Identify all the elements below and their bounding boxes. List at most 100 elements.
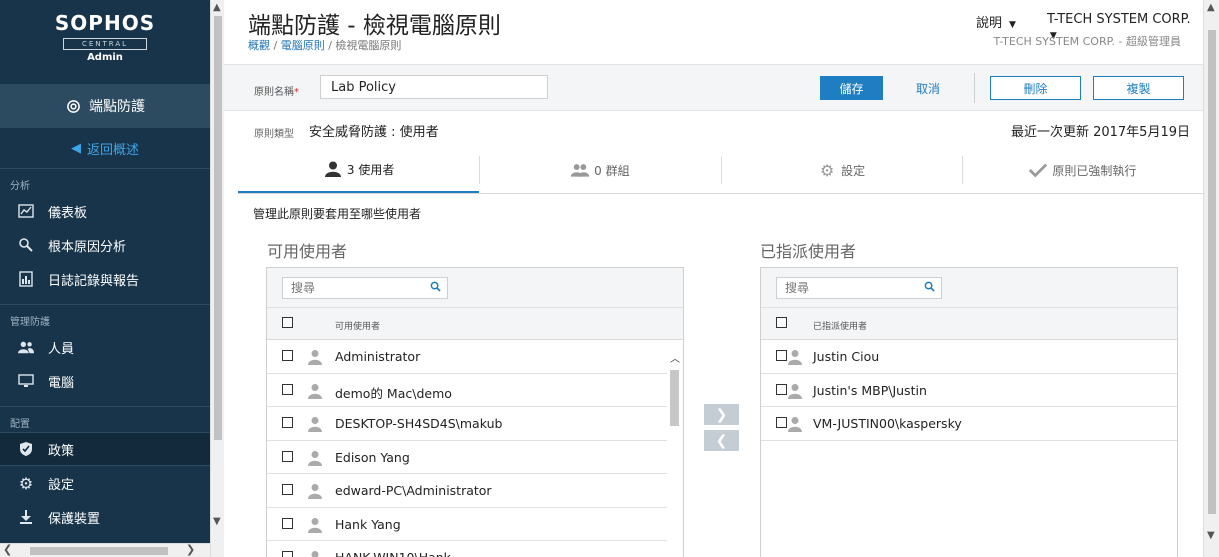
logo-brand: SOPHOS	[54, 11, 156, 35]
breadcrumb-overview[interactable]: 概觀	[248, 39, 270, 52]
user-checkbox[interactable]	[282, 350, 293, 361]
scroll-up-icon[interactable]: ▲	[213, 2, 221, 13]
scroll-up-icon[interactable]: ︿	[670, 350, 680, 365]
available-search-box	[282, 277, 448, 299]
list-item[interactable]: Justin Ciou	[761, 340, 1177, 374]
sidebar-item-label: 政策	[48, 443, 75, 459]
scroll-left-icon[interactable]: ❮	[3, 543, 12, 556]
user-checkbox[interactable]	[776, 417, 787, 428]
sidebar-item-protect-devices[interactable]: 保護裝置	[0, 500, 210, 534]
user-checkbox[interactable]	[776, 383, 787, 395]
scroll-down-icon[interactable]: ▼	[1207, 530, 1215, 541]
search-analysis-icon	[18, 237, 34, 253]
scrollbar-thumb[interactable]	[1208, 30, 1216, 514]
available-list-scrollbar[interactable]: ︿	[667, 340, 683, 557]
sidebar-vertical-scrollbar[interactable]: ▲ ▼	[210, 0, 224, 557]
tab-groups[interactable]: 0 群組	[479, 147, 720, 193]
user-name: HANK-WIN10\Hank	[335, 550, 451, 557]
search-icon[interactable]	[430, 281, 441, 295]
caret-left-icon: ◀	[70, 140, 81, 156]
user-name: DESKTOP-SH4SD4S\makub	[335, 416, 503, 431]
scrollbar-thumb[interactable]	[670, 370, 679, 426]
breadcrumb-computer-policies[interactable]: 電腦原則	[281, 39, 325, 52]
available-users-panel: 可用使用者 Administrator demo的 Mac\demo DESKTOP…	[266, 267, 684, 557]
save-button[interactable]: 儲存	[820, 76, 883, 100]
list-item[interactable]: demo的 Mac\demo	[267, 374, 683, 407]
help-menu[interactable]: 說明 ▼	[976, 12, 1016, 31]
sidebar-item-policies[interactable]: 政策	[0, 432, 210, 466]
user-checkbox[interactable]	[282, 551, 293, 557]
user-checkbox[interactable]	[282, 450, 293, 462]
sidebar-item-computers[interactable]: 電腦	[0, 364, 210, 398]
select-all-available-checkbox[interactable]	[282, 317, 293, 328]
column-header: 已指派使用者	[813, 322, 868, 332]
assigned-users-list: Justin Ciou Justin's MBP\Justin VM-JUSTIN0…	[761, 340, 1177, 441]
sidebar-section-config: 配置	[0, 406, 210, 432]
scroll-right-icon[interactable]: ❯	[186, 543, 195, 556]
sidebar-item-dashboard[interactable]: 儀表板	[0, 194, 210, 228]
user-checkbox[interactable]	[282, 517, 293, 529]
list-item[interactable]: edward-PC\Administrator	[267, 474, 683, 508]
policy-name-input[interactable]	[320, 75, 548, 99]
user-icon	[787, 383, 803, 399]
help-label: 說明	[976, 16, 1003, 31]
scrollbar-thumb[interactable]	[214, 16, 222, 440]
user-checkbox[interactable]	[776, 350, 787, 361]
search-icon[interactable]	[924, 281, 935, 295]
sidebar-item-root-cause[interactable]: 根本原因分析	[0, 228, 210, 262]
available-users-list: Administrator demo的 Mac\demo DESKTOP-SH4SD…	[267, 340, 683, 557]
scroll-up-icon[interactable]: ▲	[1207, 2, 1215, 13]
sophos-logo[interactable]: SOPHOS CENTRAL Admin	[0, 0, 210, 84]
assigned-list-header: 已指派使用者	[761, 308, 1177, 340]
shield-check-icon	[18, 441, 34, 457]
monitor-icon	[18, 373, 34, 389]
move-left-button[interactable]: ❮	[704, 430, 739, 451]
list-item[interactable]: Edison Yang	[267, 441, 683, 474]
page-vertical-scrollbar[interactable]: ▲ ▼	[1203, 0, 1219, 557]
sidebar-horizontal-scrollbar[interactable]: ❮ ❯	[0, 543, 210, 557]
delete-button[interactable]: 刪除	[990, 76, 1081, 100]
user-name: Justin's MBP\Justin	[813, 382, 927, 398]
available-search-input[interactable]	[283, 278, 423, 298]
list-item[interactable]: HANK-WIN10\Hank	[267, 541, 683, 557]
select-all-assigned-checkbox[interactable]	[776, 317, 787, 328]
scrollbar-thumb[interactable]	[30, 547, 168, 555]
tab-users[interactable]: 3 使用者	[238, 147, 480, 193]
tab-settings[interactable]: ⚙ 設定	[720, 147, 962, 193]
back-to-overview-link[interactable]: ◀ 返回概述	[0, 128, 210, 168]
dashboard-icon	[18, 203, 34, 219]
report-icon	[18, 271, 34, 287]
sidebar-item-label: 人員	[48, 341, 75, 357]
sidebar-item-people[interactable]: 人員	[0, 330, 210, 364]
list-item[interactable]: Administrator	[267, 340, 683, 374]
sidebar-product[interactable]: 端點防護	[0, 84, 210, 128]
assign-description: 管理此原則要套用至哪些使用者	[253, 207, 422, 221]
sidebar-item-logs[interactable]: 日誌記錄與報告	[0, 262, 210, 296]
gear-icon: ⚙	[18, 473, 34, 493]
list-item[interactable]: Justin's MBP\Justin	[761, 374, 1177, 407]
sidebar-item-label: 設定	[48, 477, 75, 493]
scroll-down-icon[interactable]: ▼	[213, 516, 221, 527]
assigned-users-panel: 已指派使用者 Justin Ciou Justin's MBP\Justin VM-…	[760, 267, 1178, 557]
duplicate-button[interactable]: 複製	[1093, 76, 1184, 100]
user-checkbox[interactable]	[282, 484, 293, 495]
user-checkbox[interactable]	[282, 383, 293, 395]
list-item[interactable]: Hank Yang	[267, 508, 683, 541]
policy-type-label: 原則類型	[254, 129, 294, 140]
user-icon	[787, 416, 803, 432]
assigned-search-input[interactable]	[777, 278, 917, 298]
list-item[interactable]: VM-JUSTIN00\kaspersky	[761, 407, 1177, 441]
sidebar-item-label: 電腦	[48, 375, 75, 391]
user-name: Administrator	[335, 349, 421, 364]
sidebar-item-settings[interactable]: ⚙ 設定	[0, 466, 210, 500]
target-icon	[65, 98, 81, 114]
user-name: Justin Ciou	[813, 349, 880, 364]
tab-policy-enforced[interactable]: 原則已強制執行	[961, 147, 1203, 193]
logo-product: CENTRAL	[62, 38, 148, 50]
last-updated: 最近一次更新 2017年5月19日	[1010, 125, 1190, 140]
move-right-button[interactable]: ❯	[704, 404, 739, 425]
cancel-button[interactable]: 取消	[900, 76, 956, 100]
user-name: VM-JUSTIN00\kaspersky	[813, 416, 962, 431]
list-item[interactable]: DESKTOP-SH4SD4S\makub	[267, 407, 683, 441]
user-checkbox[interactable]	[282, 417, 293, 428]
